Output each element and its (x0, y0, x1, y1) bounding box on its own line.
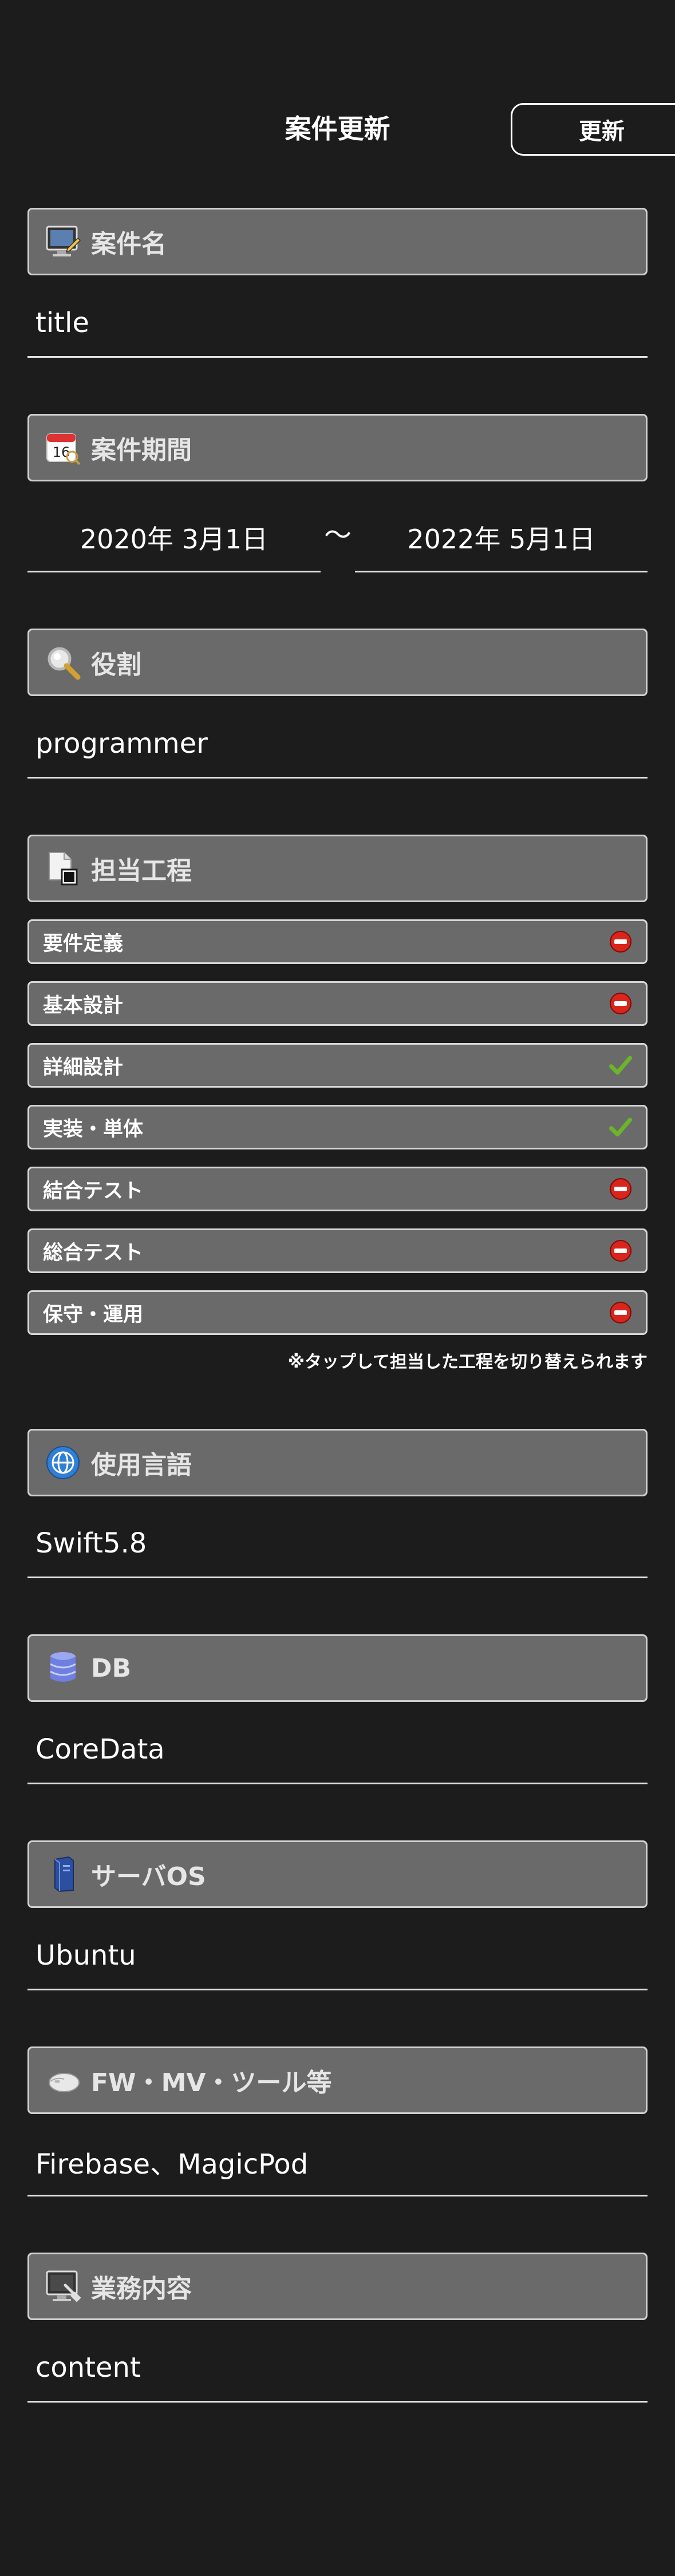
date-separator: 〜 (323, 519, 352, 551)
section-label: 使用言語 (91, 1451, 192, 1480)
calendar-icon: 16 (43, 428, 83, 468)
section-label: 案件名 (91, 230, 167, 259)
tools-field[interactable]: Firebase、MagicPod (27, 2128, 648, 2196)
process-item-maintenance[interactable]: 保守・運用 (27, 1290, 648, 1335)
role-field[interactable]: programmer (27, 710, 648, 779)
process-item-integration-test[interactable]: 結合テスト (27, 1167, 648, 1211)
content-field[interactable]: content (27, 2334, 648, 2403)
section-header-title: 案件名 (27, 208, 648, 275)
server-tower-icon (43, 1854, 83, 1894)
process-toggle-note: ※タップして担当した工程を切り替えられます (287, 1352, 648, 1372)
project-title-field[interactable]: title (27, 289, 648, 358)
section-header-role: 役割 (27, 629, 648, 696)
section-label: 業務内容 (91, 2274, 192, 2304)
magnifier-icon (43, 642, 83, 682)
section-header-period: 16 案件期間 (27, 414, 648, 481)
section-label: 案件期間 (91, 436, 192, 465)
section-header-tools: FW・MV・ツール等 (27, 2046, 648, 2114)
section-header-language: 使用言語 (27, 1429, 648, 1496)
monitor-pencil-icon (43, 222, 83, 262)
checkmark-icon (609, 1054, 632, 1077)
process-item-basic-design[interactable]: 基本設計 (27, 981, 648, 1026)
section-header-db: DB (27, 1634, 648, 1702)
no-entry-icon (609, 1178, 632, 1200)
start-date-field[interactable]: 2020年 3月1日 (27, 504, 321, 572)
section-label: FW・MV・ツール等 (91, 2068, 332, 2097)
process-item-requirements[interactable]: 要件定義 (27, 919, 648, 964)
process-label: 基本設計 (43, 994, 124, 1017)
checkmark-icon (609, 1116, 632, 1139)
db-field[interactable]: CoreData (27, 1716, 648, 1784)
section-header-process: 担当工程 (27, 835, 648, 902)
process-label: 詳細設計 (43, 1056, 124, 1079)
no-entry-icon (609, 992, 632, 1015)
globe-icon (43, 1443, 83, 1483)
project-update-screen: 案件更新 更新 案件名 title 16 案件期間 2020年 3月1日 〜 2… (0, 0, 675, 2576)
section-header-server-os: サーバOS (27, 1840, 648, 1908)
no-entry-icon (609, 930, 632, 953)
no-entry-icon (609, 1239, 632, 1262)
process-label: 実装・単体 (43, 1117, 144, 1141)
server-os-field[interactable]: Ubuntu (27, 1922, 648, 1990)
process-item-implementation[interactable]: 実装・単体 (27, 1105, 648, 1149)
process-label: 総合テスト (43, 1241, 144, 1265)
process-item-detailed-design[interactable]: 詳細設計 (27, 1043, 648, 1088)
language-field[interactable]: Swift5.8 (27, 1510, 648, 1578)
monitor-wrench-icon (43, 2266, 83, 2306)
document-copy-icon (43, 848, 83, 888)
section-label: 担当工程 (91, 856, 192, 886)
end-date-field[interactable]: 2022年 5月1日 (355, 504, 648, 572)
database-icon (43, 1648, 83, 1688)
process-item-system-test[interactable]: 総合テスト (27, 1228, 648, 1273)
mouse-icon (43, 2060, 83, 2100)
process-label: 要件定義 (43, 932, 124, 955)
section-label: サーバOS (91, 1862, 206, 1891)
update-button[interactable]: 更新 (511, 103, 675, 156)
process-label: 結合テスト (43, 1179, 144, 1203)
section-header-content: 業務内容 (27, 2253, 648, 2320)
section-label: 役割 (91, 650, 141, 679)
no-entry-icon (609, 1301, 632, 1324)
section-label: DB (91, 1653, 132, 1683)
process-label: 保守・運用 (43, 1303, 144, 1326)
